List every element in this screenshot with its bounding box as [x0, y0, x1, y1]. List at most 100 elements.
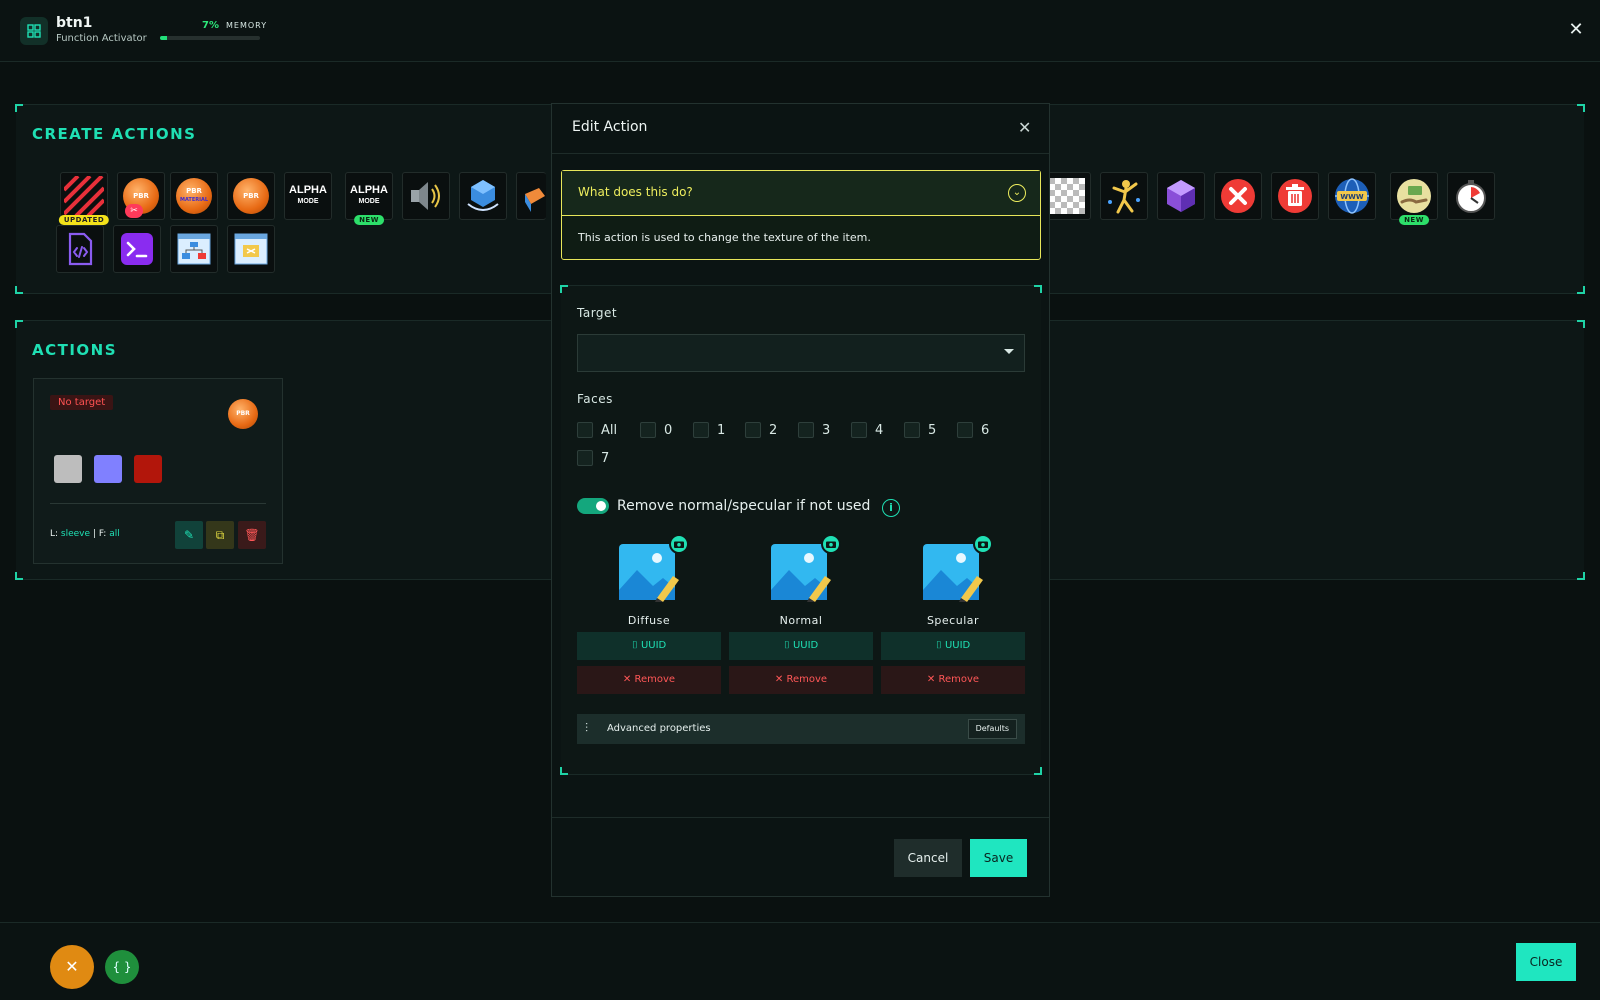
action-tile-pbr-toggle[interactable]: PBR [227, 172, 275, 220]
card-divider [50, 503, 266, 504]
advanced-properties-label: Advanced properties [607, 723, 711, 734]
camera-icon[interactable] [973, 534, 993, 554]
action-tile-alpha-mode-new[interactable]: ALPHA MODE NEW [345, 172, 393, 225]
defaults-button[interactable]: Defaults [967, 719, 1017, 739]
action-tile-delete[interactable] [1271, 172, 1319, 220]
action-tile-pbr-material[interactable]: PBR MATERIAL [170, 172, 218, 220]
target-label: Target [577, 306, 618, 320]
action-tile-cancel[interactable] [1214, 172, 1262, 220]
texture-name: Diffuse [627, 614, 671, 627]
pbr-material-icon: PBR MATERIAL [176, 178, 212, 214]
code-fab-button[interactable]: { } [105, 950, 139, 984]
texture-name: Normal [779, 614, 823, 627]
app-subtitle: Function Activator [56, 33, 147, 44]
alpha-mode-new-icon: ALPHA MODE [350, 184, 388, 206]
uuid-button[interactable]: ⌷ UUID [881, 632, 1025, 660]
action-tile-timer[interactable] [1447, 172, 1495, 220]
pbr-orb-icon: PBR [228, 399, 258, 429]
help-question-toggle[interactable]: What does this do? ⌄ [562, 171, 1040, 216]
action-tile-texture-stripes[interactable]: UPDATED [58, 172, 110, 225]
caret-down-icon [1004, 349, 1014, 354]
image-edit-icon[interactable] [923, 542, 983, 602]
action-tile-dialog[interactable] [227, 225, 275, 273]
uuid-icon: ⌷ [935, 640, 945, 651]
save-button[interactable]: Save [970, 839, 1027, 877]
face-checkbox-3[interactable]: 3 [798, 422, 830, 438]
action-tile-sound[interactable] [402, 172, 450, 220]
close-button[interactable]: Close [1516, 943, 1576, 981]
face-checkbox-2[interactable]: 2 [745, 422, 777, 438]
info-icon[interactable]: i [882, 499, 900, 517]
uuid-button[interactable]: ⌷ UUID [577, 632, 721, 660]
action-tile-animation[interactable] [1100, 172, 1148, 220]
diffuse-swatch [54, 455, 82, 483]
action-tile-transparent[interactable] [1043, 172, 1091, 220]
pbr-toggle-icon: PBR [233, 178, 269, 214]
face-checkbox-6[interactable]: 6 [957, 422, 989, 438]
face-checkbox-0[interactable]: 0 [640, 422, 672, 438]
stopwatch-icon [1456, 180, 1486, 213]
flowchart-icon [177, 233, 211, 265]
remove-button[interactable]: ✕ Remove [881, 666, 1025, 694]
help-answer: This action is used to change the textur… [578, 231, 871, 244]
copy-icon: ⧉ [215, 527, 225, 542]
code-file-icon [68, 232, 93, 266]
help-accordion: What does this do? ⌄ This action is used… [561, 170, 1041, 260]
action-tile-command[interactable] [113, 225, 161, 273]
face-checkbox-all[interactable]: All [577, 422, 617, 438]
status-badge: No target [50, 395, 114, 410]
checkerboard-icon [1049, 178, 1085, 214]
remove-button[interactable]: ✕ Remove [577, 666, 721, 694]
action-tile-url[interactable]: WWW [1328, 172, 1376, 220]
toggle-label: Remove normal/specular if not used [617, 498, 871, 514]
action-tile-flow[interactable] [170, 225, 218, 273]
trash-icon: 🗑 [244, 528, 260, 542]
help-question: What does this do? [578, 185, 693, 199]
camera-icon[interactable] [821, 534, 841, 554]
cancel-button[interactable]: Cancel [894, 839, 962, 877]
action-tile-give-money[interactable]: NEW [1390, 172, 1438, 225]
braces-icon: { } [112, 960, 132, 974]
action-tile-script[interactable] [56, 225, 104, 273]
close-fab-button[interactable]: ✕ [50, 945, 94, 989]
window-close-icon[interactable]: ✕ [1566, 20, 1586, 40]
uuid-icon: ⌷ [631, 640, 641, 651]
action-card[interactable]: No target PBR L: sleeve | F: all ✎ ⧉ 🗑 [33, 378, 283, 564]
svg-text:WWW: WWW [1340, 193, 1363, 201]
grid-icon [20, 17, 48, 45]
face-checkbox-5[interactable]: 5 [904, 422, 936, 438]
image-edit-icon[interactable] [619, 542, 679, 602]
money-hand-icon [1397, 179, 1431, 213]
memory-percent: 7% [202, 20, 219, 31]
modal-close-icon[interactable]: ✕ [1018, 118, 1031, 137]
face-checkbox-4[interactable]: 4 [851, 422, 883, 438]
memory-bar-fill [160, 36, 167, 40]
target-select[interactable] [577, 334, 1025, 372]
copy-action-button[interactable]: ⧉ [206, 521, 234, 549]
cancel-circle-icon [1221, 179, 1255, 213]
trash-icon [1278, 179, 1312, 213]
face-checkbox-7[interactable]: 7 [577, 450, 609, 466]
image-edit-icon[interactable] [771, 542, 831, 602]
edit-action-modal: Edit Action ✕ What does this do? ⌄ This … [551, 103, 1050, 897]
remove-normal-specular-toggle[interactable] [577, 498, 609, 514]
advanced-properties-toggle[interactable]: ⫶ Advanced properties Defaults [577, 714, 1025, 744]
action-tile-rotate[interactable] [459, 172, 507, 220]
action-tile-object[interactable] [1157, 172, 1205, 220]
actions-title: ACTIONS [32, 341, 118, 359]
face-checkbox-1[interactable]: 1 [693, 422, 725, 438]
action-tile-pbr-remove[interactable]: PBR ✂ [117, 172, 165, 220]
modal-title: Edit Action [572, 119, 648, 135]
delete-action-button[interactable]: 🗑 [238, 521, 266, 549]
figure-pose-icon [1108, 180, 1140, 214]
uuid-button[interactable]: ⌷ UUID [729, 632, 873, 660]
remove-button[interactable]: ✕ Remove [729, 666, 873, 694]
normal-swatch [94, 455, 122, 483]
new-badge: NEW [1399, 215, 1429, 225]
action-tile-alpha-mode[interactable]: ALPHA MODE [284, 172, 332, 220]
pencil-icon: ✎ [183, 528, 195, 542]
action-tile-move[interactable] [516, 172, 546, 220]
camera-icon[interactable] [669, 534, 689, 554]
edit-action-button[interactable]: ✎ [175, 521, 203, 549]
create-actions-title: CREATE ACTIONS [32, 125, 197, 143]
